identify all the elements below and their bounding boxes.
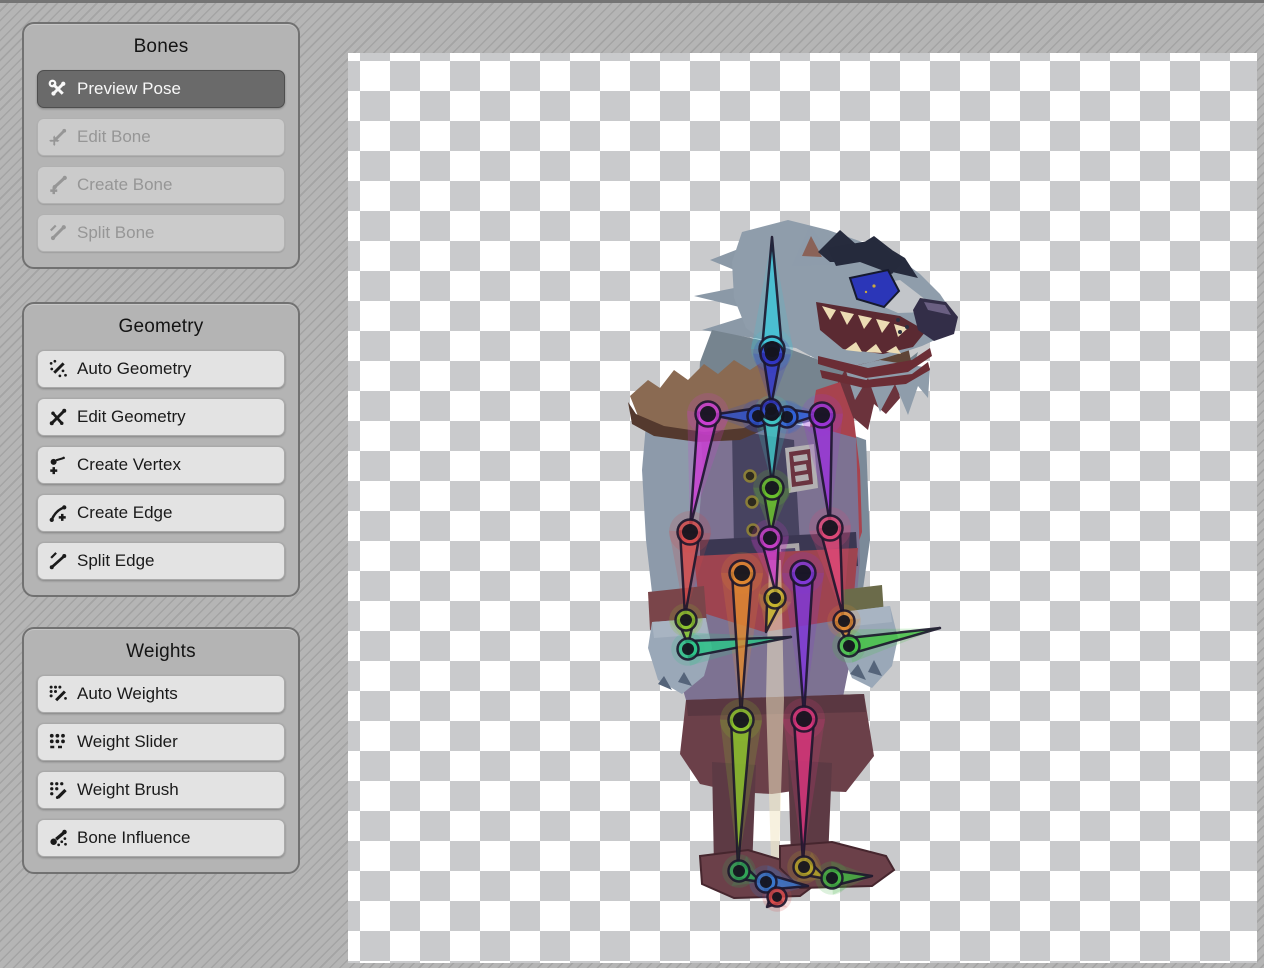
bone-influence-label: Bone Influence	[77, 828, 190, 848]
joint-upper-arm-right	[814, 407, 830, 423]
window-top-strip	[0, 0, 1264, 3]
edit-bone-button[interactable]: Edit Bone	[37, 118, 285, 156]
preview-pose-icon	[48, 79, 68, 99]
joint-hand-right	[843, 640, 855, 652]
joint-thigh-left	[734, 565, 750, 581]
joint-hand-left	[682, 643, 694, 655]
joint-clavicle-right	[781, 411, 793, 423]
joint-lower-spine	[765, 481, 779, 495]
joint-clavicle-left	[752, 410, 764, 422]
split-edge-label: Split Edge	[77, 551, 155, 571]
weight-brush-button[interactable]: Weight Brush	[37, 771, 285, 809]
create-vertex-label: Create Vertex	[77, 455, 181, 475]
edit-geometry-label: Edit Geometry	[77, 407, 186, 427]
joint-forearm-right	[822, 520, 838, 536]
joint-wrist-right	[838, 615, 850, 627]
joint-wrist-left	[680, 614, 692, 626]
create-bone-button[interactable]: Create Bone	[37, 166, 285, 204]
joint-toe-tip-left	[772, 892, 782, 902]
bone-influence-button[interactable]: Bone Influence	[37, 819, 285, 857]
joint-upper-arm-left	[700, 406, 716, 422]
bones-panel: Bones Preview Pose	[22, 22, 300, 269]
geometry-panel-title: Geometry	[24, 304, 298, 340]
auto-geometry-button[interactable]: Auto Geometry	[37, 350, 285, 388]
bone-influence-icon	[48, 828, 68, 848]
joint-neck	[765, 347, 779, 361]
geometry-panel: Geometry Auto Geometry	[22, 302, 300, 597]
auto-weights-icon	[48, 684, 68, 704]
split-edge-button[interactable]: Split Edge	[37, 542, 285, 580]
weight-slider-label: Weight Slider	[77, 732, 178, 752]
split-bone-label: Split Bone	[77, 223, 155, 243]
auto-weights-button[interactable]: Auto Weights	[37, 675, 285, 713]
joint-thigh-right	[795, 565, 811, 581]
weight-slider-button[interactable]: Weight Slider	[37, 723, 285, 761]
create-bone-icon	[48, 175, 68, 195]
create-vertex-button[interactable]: Create Vertex	[37, 446, 285, 484]
joint-pelvis	[763, 531, 777, 545]
auto-weights-label: Auto Weights	[77, 684, 178, 704]
joint-forearm-left	[682, 524, 698, 540]
create-edge-icon	[48, 503, 68, 523]
canvas-scene	[348, 53, 1257, 963]
joint-shin-left	[733, 712, 749, 728]
joint-foot-left	[733, 865, 745, 877]
joint-toe-left	[760, 876, 772, 888]
joint-tail	[769, 592, 781, 604]
create-vertex-icon	[48, 455, 68, 475]
auto-geometry-icon	[48, 359, 68, 379]
create-edge-button[interactable]: Create Edge	[37, 494, 285, 532]
split-bone-button[interactable]: Split Bone	[37, 214, 285, 252]
edit-bone-icon	[48, 127, 68, 147]
edit-geometry-button[interactable]: Edit Geometry	[37, 398, 285, 436]
weights-panel-title: Weights	[24, 629, 298, 665]
preview-pose-button[interactable]: Preview Pose	[37, 70, 285, 108]
weight-brush-icon	[48, 780, 68, 800]
auto-geometry-label: Auto Geometry	[77, 359, 191, 379]
joint-shin-right	[796, 711, 812, 727]
weights-panel: Weights Auto Weights	[22, 627, 300, 874]
preview-pose-label: Preview Pose	[77, 79, 181, 99]
weight-slider-icon	[48, 732, 68, 752]
weight-brush-label: Weight Brush	[77, 780, 179, 800]
edit-bone-label: Edit Bone	[77, 127, 151, 147]
joint-toe-right	[826, 872, 838, 884]
joint-foot-right	[798, 861, 810, 873]
bones-panel-title: Bones	[24, 24, 298, 60]
skinning-canvas[interactable]	[348, 53, 1257, 963]
create-edge-label: Create Edge	[77, 503, 172, 523]
edit-geometry-icon	[48, 407, 68, 427]
split-edge-icon	[48, 551, 68, 571]
create-bone-label: Create Bone	[77, 175, 172, 195]
split-bone-icon	[48, 223, 68, 243]
